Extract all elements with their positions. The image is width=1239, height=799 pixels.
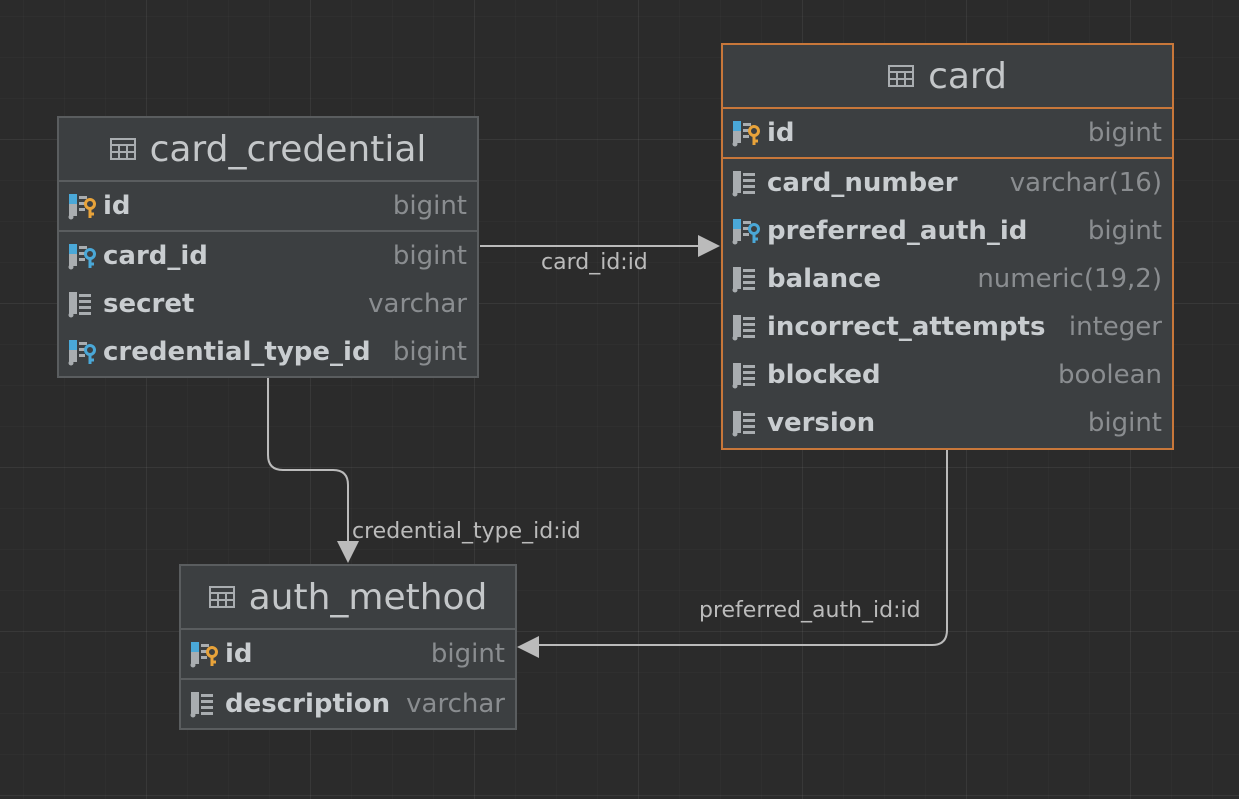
edge-label-preferred-auth-id: preferred_auth_id:id [699, 598, 921, 623]
fk-column-icon [68, 244, 96, 270]
column-type: bigint [1087, 408, 1162, 438]
column-icon [732, 267, 755, 293]
column-row-credential-type-id[interactable]: credential_type_id bigint [59, 328, 477, 376]
column-row-description[interactable]: description varchar [181, 680, 515, 728]
table-icon [109, 138, 136, 160]
table-icon [208, 586, 235, 608]
arrowhead-auth-method-top [337, 541, 359, 563]
column-icon [68, 292, 91, 318]
column-type: bigint [1087, 118, 1162, 148]
table-header[interactable]: auth_method [181, 566, 515, 630]
column-type: integer [1068, 312, 1162, 342]
column-name: balance [767, 264, 882, 294]
column-type: numeric(19,2) [977, 264, 1162, 294]
column-type: bigint [392, 337, 467, 367]
column-row-card-number[interactable]: card_number varchar(16) [723, 159, 1172, 207]
column-name: incorrect_attempts [767, 312, 1046, 342]
edge-credential-type-id[interactable] [267, 378, 349, 545]
column-name: card_id [103, 241, 208, 271]
fk-column-icon [68, 340, 96, 366]
column-name: card_number [767, 168, 958, 198]
column-name: id [767, 118, 795, 148]
edge-label-card-id: card_id:id [541, 250, 648, 275]
table-header[interactable]: card_credential [59, 118, 477, 182]
column-row-blocked[interactable]: blocked boolean [723, 351, 1172, 399]
table-title: card_credential [149, 128, 427, 170]
table-card-credential[interactable]: card_credential id bigint card_id bigint… [57, 116, 479, 378]
column-type: varchar(16) [1009, 168, 1162, 198]
column-icon [732, 411, 755, 437]
column-row-incorrect-attempts[interactable]: incorrect_attempts integer [723, 303, 1172, 351]
column-icon [732, 315, 755, 341]
column-row-preferred-auth-id[interactable]: preferred_auth_id bigint [723, 207, 1172, 255]
column-type: boolean [1058, 360, 1162, 390]
column-type: bigint [1087, 216, 1162, 246]
table-title: card [928, 55, 1007, 97]
edge-label-credential-type-id: credential_type_id:id [352, 519, 581, 544]
column-row-id[interactable]: id bigint [723, 109, 1172, 157]
column-icon [732, 363, 755, 389]
column-row-card-id[interactable]: card_id bigint [59, 232, 477, 280]
column-row-id[interactable]: id bigint [59, 182, 477, 230]
arrowhead-auth-method-right [517, 636, 539, 658]
column-name: description [225, 689, 391, 719]
column-name: preferred_auth_id [767, 216, 1028, 246]
column-row-id[interactable]: id bigint [181, 630, 515, 678]
pk-column-icon [190, 642, 218, 668]
column-type: bigint [430, 639, 505, 669]
table-auth-method[interactable]: auth_method id bigint description varcha… [179, 564, 517, 730]
column-type: varchar [406, 689, 505, 719]
table-header[interactable]: card [723, 45, 1172, 109]
column-name: id [225, 639, 253, 669]
table-icon [888, 65, 915, 87]
column-icon [190, 692, 213, 718]
pk-column-icon [68, 194, 96, 220]
column-icon [732, 171, 755, 197]
pk-column-icon [732, 121, 760, 147]
column-row-version[interactable]: version bigint [723, 399, 1172, 447]
table-title: auth_method [248, 576, 488, 618]
column-row-secret[interactable]: secret varchar [59, 280, 477, 328]
column-row-balance[interactable]: balance numeric(19,2) [723, 255, 1172, 303]
column-name: credential_type_id [103, 337, 371, 367]
column-name: id [103, 191, 131, 221]
column-type: varchar [368, 289, 467, 319]
column-name: version [767, 408, 876, 438]
column-type: bigint [392, 241, 467, 271]
column-name: blocked [767, 360, 881, 390]
column-name: secret [103, 289, 195, 319]
table-card[interactable]: card id bigint card_number varchar(16) p… [721, 43, 1174, 450]
column-type: bigint [392, 191, 467, 221]
fk-column-icon [732, 219, 760, 245]
arrowhead-card [698, 235, 720, 257]
